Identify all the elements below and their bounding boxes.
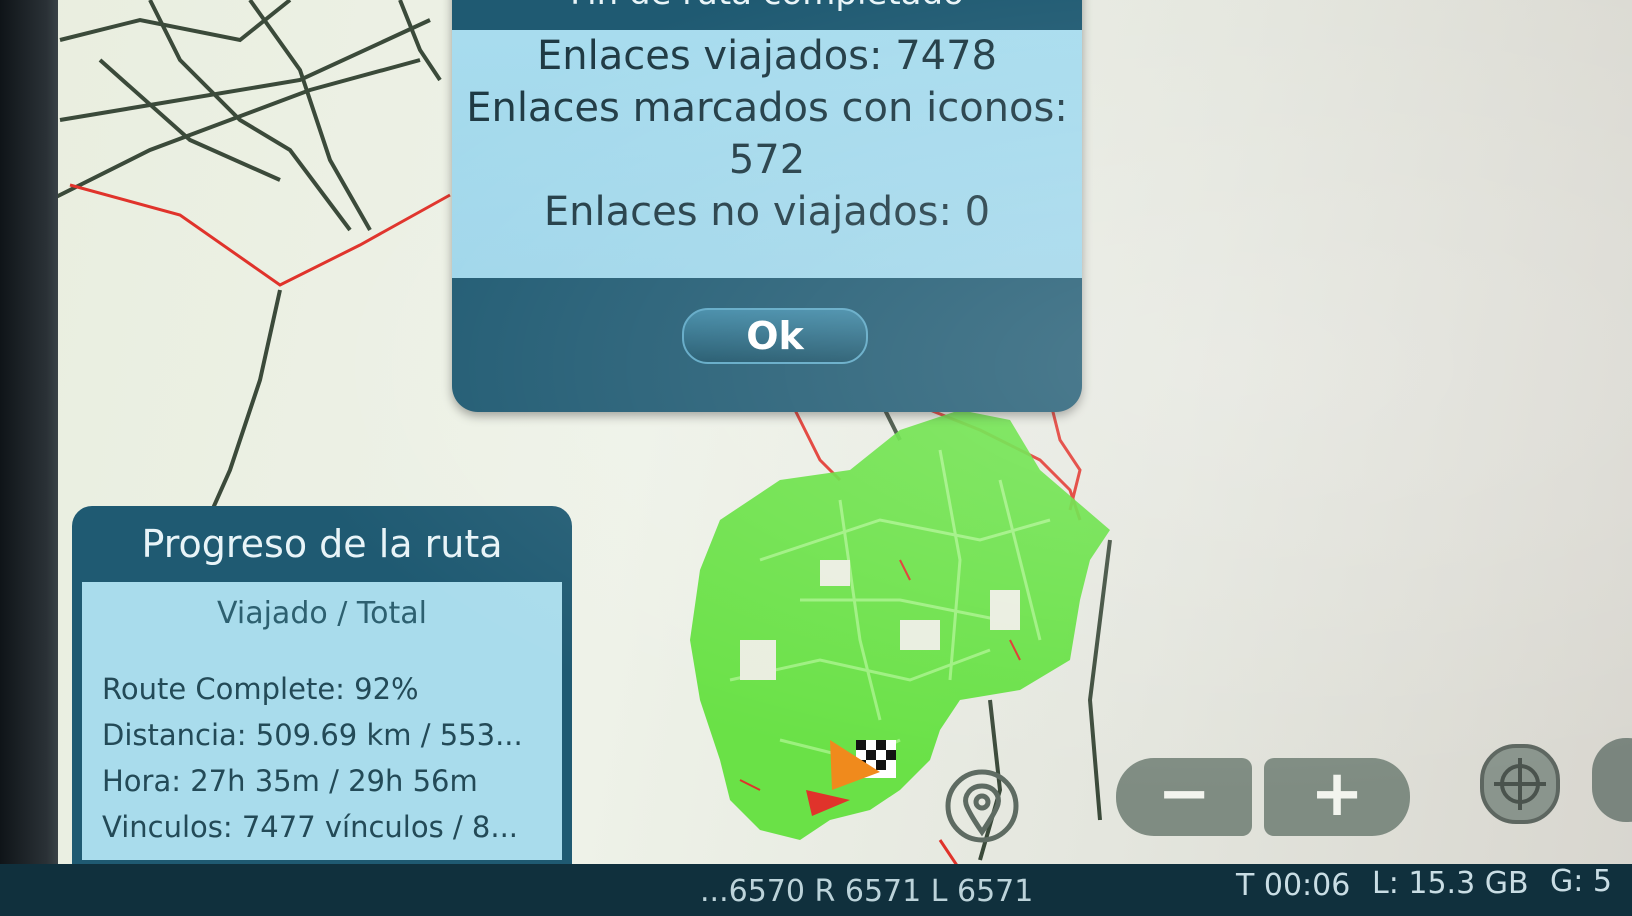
links-marked-value: 572 [728, 137, 806, 183]
dialog-title: Fin de ruta completado [452, 0, 1082, 28]
gps-crosshair-icon[interactable] [1480, 744, 1560, 824]
dialog-body: Enlaces viajados: 7478 Enlaces marcados … [452, 30, 1082, 278]
zoom-in-button[interactable]: + [1264, 758, 1410, 836]
route-link-counter: ...6570 R 6571 L 6571 [700, 874, 1034, 909]
storage-indicator: L: 15.3 GB [1372, 866, 1529, 901]
links-stat: Vinculos: 7477 vínculos / 8... [102, 810, 519, 844]
time-stat: Hora: 27h 35m / 29h 56m [102, 764, 478, 798]
dialog-footer: Ok [452, 278, 1082, 412]
route-complete-stat: Route Complete: 92% [102, 672, 419, 706]
location-pin-icon[interactable] [945, 769, 1019, 843]
links-marked-label: Enlaces marcados con iconos: [466, 85, 1068, 131]
distance-stat: Distancia: 509.69 km / 553... [102, 718, 523, 752]
gps-screen: Fin de ruta completado Enlaces viajados:… [0, 0, 1632, 916]
traveled-route-area [690, 410, 1110, 840]
crosshair-glyph [1494, 758, 1546, 810]
progress-panel-title: Progreso de la ruta [141, 522, 503, 566]
gps-indicator: G: 5 [1550, 864, 1612, 899]
ok-button[interactable]: Ok [682, 308, 868, 364]
elapsed-time: T 00:06 [1236, 868, 1351, 903]
progress-panel-body: Viajado / Total Route Complete: 92% Dist… [82, 582, 562, 860]
route-complete-dialog: Fin de ruta completado Enlaces viajados:… [452, 0, 1082, 412]
links-traveled-text: Enlaces viajados: 7478 [536, 33, 998, 79]
links-untraveled-text: Enlaces no viajados: 0 [543, 189, 991, 235]
progress-subtitle: Viajado / Total [217, 596, 427, 631]
route-progress-panel: Progreso de la ruta Viajado / Total Rout… [72, 506, 572, 916]
status-bar: ...6570 R 6571 L 6571 T 00:06 L: 15.3 GB… [0, 864, 1632, 916]
device-bezel [0, 0, 58, 916]
zoom-out-button[interactable]: − [1116, 758, 1252, 836]
